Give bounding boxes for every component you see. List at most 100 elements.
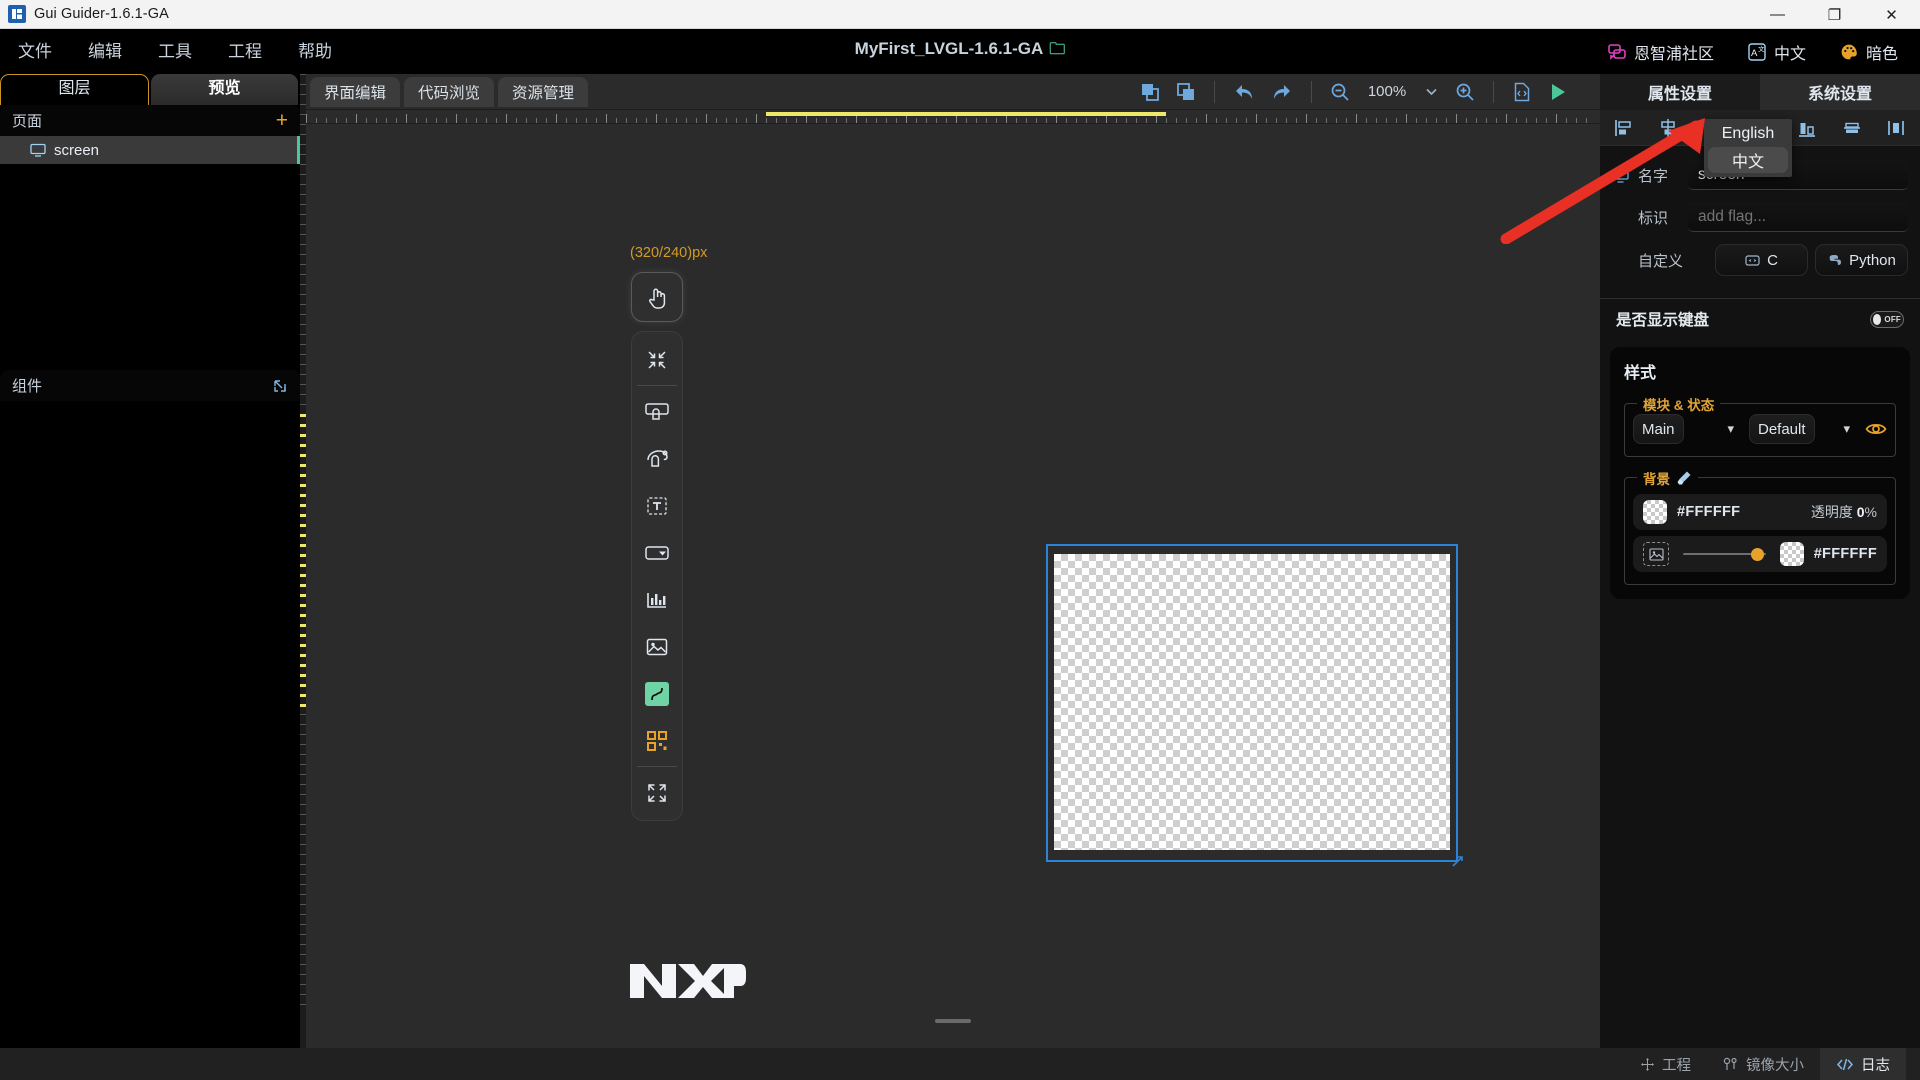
- status-mirror-size[interactable]: 镜像大小: [1707, 1048, 1820, 1080]
- copy-layer-icon[interactable]: [1140, 82, 1160, 102]
- design-canvas[interactable]: (320/240)px: [306, 124, 1600, 1048]
- language-option-chinese[interactable]: 中文: [1708, 147, 1788, 173]
- resize-handle-icon[interactable]: [1451, 855, 1464, 868]
- background-color-row[interactable]: #FFFFFF 透明度 0%: [1633, 494, 1887, 530]
- menu-tools[interactable]: 工具: [140, 29, 210, 74]
- tab-resource-manager[interactable]: 资源管理: [498, 76, 589, 107]
- generate-code-icon[interactable]: [1512, 82, 1532, 102]
- text-label-icon[interactable]: [631, 482, 683, 529]
- screen-canvas-surface[interactable]: [1054, 554, 1450, 850]
- window-controls: — ❐ ✕: [1749, 0, 1920, 29]
- slider-knob[interactable]: [1750, 547, 1764, 561]
- status-log[interactable]: 日志: [1820, 1048, 1906, 1080]
- container-widget-icon[interactable]: [631, 388, 683, 435]
- image-placeholder-icon[interactable]: [1643, 542, 1669, 566]
- tab-code-browser[interactable]: 代码浏览: [404, 76, 495, 107]
- qrcode-widget-icon[interactable]: [631, 717, 683, 764]
- menu-project[interactable]: 工程: [210, 29, 280, 74]
- keyboard-toggle-switch[interactable]: OFF: [1870, 310, 1904, 328]
- zoom-in-icon[interactable]: [1455, 82, 1475, 102]
- status-mirror-size-label: 镜像大小: [1746, 1057, 1804, 1074]
- background-color-hex: #FFFFFF: [1677, 504, 1741, 520]
- left-sidebar: 图层 预览 页面 + screen 组件: [0, 74, 300, 1048]
- open-folder-icon[interactable]: 🗀: [1049, 41, 1065, 58]
- custom-python-button[interactable]: Python: [1815, 244, 1908, 276]
- pages-panel: 页面 + screen: [0, 105, 300, 370]
- device-screen[interactable]: [1046, 544, 1463, 867]
- list-item[interactable]: screen: [0, 136, 300, 164]
- tab-layers[interactable]: 图层: [0, 74, 149, 105]
- menu-help[interactable]: 帮助: [280, 29, 350, 74]
- plus-icon[interactable]: +: [276, 110, 288, 131]
- maximize-button[interactable]: ❐: [1806, 0, 1863, 29]
- hand-pointer-icon[interactable]: [631, 272, 683, 322]
- menu-file[interactable]: 文件: [0, 29, 70, 74]
- undo-icon[interactable]: [1233, 82, 1255, 102]
- tab-system-settings[interactable]: 系统设置: [1760, 74, 1920, 110]
- distribute-bottom-icon[interactable]: [1797, 118, 1817, 138]
- gradient-color-swatch[interactable]: [1779, 542, 1804, 566]
- module-select[interactable]: Main: [1633, 414, 1684, 444]
- custom-c-button[interactable]: C: [1715, 244, 1808, 276]
- close-button[interactable]: ✕: [1863, 0, 1920, 29]
- components-panel-header: 组件: [0, 370, 300, 401]
- resize-image-icon: [1723, 1057, 1739, 1072]
- align-center-horizontal-icon[interactable]: [1658, 118, 1678, 138]
- horizontal-scrollbar[interactable]: [935, 1019, 971, 1023]
- module-state-legend-text: 模块 & 状态: [1643, 398, 1715, 413]
- background-gradient-row[interactable]: #FFFFFF: [1633, 536, 1887, 572]
- align-middle-icon[interactable]: [1842, 118, 1862, 138]
- language-option-english[interactable]: English: [1704, 121, 1792, 147]
- status-log-label: 日志: [1861, 1057, 1890, 1074]
- svg-text:A: A: [1751, 48, 1758, 59]
- animation-widget-icon[interactable]: [631, 435, 683, 482]
- minimize-button[interactable]: —: [1749, 0, 1806, 29]
- background-legend: 背景: [1637, 468, 1698, 488]
- bar-chart-widget-icon[interactable]: [631, 576, 683, 623]
- zoom-out-icon[interactable]: [1330, 82, 1350, 102]
- header-right-actions: 恩智浦社区 A文 中文 暗色: [1608, 29, 1898, 74]
- components-panel: 组件: [0, 370, 300, 1048]
- tab-properties[interactable]: 属性设置: [1600, 74, 1760, 110]
- opacity-value: 0: [1856, 504, 1865, 520]
- expand-arrows-icon[interactable]: [631, 769, 683, 816]
- flag-input[interactable]: [1688, 202, 1908, 232]
- gradient-slider[interactable]: [1683, 545, 1766, 563]
- external-link-icon[interactable]: [272, 378, 288, 394]
- language-label: 中文: [1773, 45, 1806, 63]
- theme-button[interactable]: 暗色: [1840, 40, 1898, 64]
- language-dropdown-menu: English 中文: [1704, 119, 1792, 177]
- opacity-label: 透明度: [1810, 504, 1853, 520]
- custom-c-label: C: [1767, 251, 1778, 269]
- menu-edit[interactable]: 编辑: [70, 29, 140, 74]
- background-fieldset: 背景 #FFFFFF 透明度 0% #FFFFFF: [1624, 468, 1896, 585]
- window-title: Gui Guider-1.6.1-GA: [34, 6, 169, 22]
- redo-icon[interactable]: [1271, 82, 1293, 102]
- palette-icon: [1840, 43, 1858, 61]
- nxp-logo: [628, 958, 746, 1004]
- language-button[interactable]: A文 中文: [1748, 40, 1806, 64]
- eye-visibility-icon[interactable]: [1865, 420, 1887, 438]
- app-logo-icon: [8, 5, 26, 23]
- curve-widget-icon[interactable]: [631, 670, 683, 717]
- tab-ui-editor[interactable]: 界面编辑: [310, 76, 401, 107]
- custom-python-label: Python: [1849, 251, 1896, 269]
- distribute-horizontal-icon[interactable]: [1886, 118, 1906, 138]
- nxp-community-label: 恩智浦社区: [1633, 45, 1714, 63]
- name-label-text: 名字: [1638, 167, 1669, 185]
- widget-palette: [631, 272, 683, 821]
- python-icon: [1827, 253, 1842, 268]
- collapse-arrows-icon[interactable]: [631, 336, 683, 383]
- tab-preview[interactable]: 预览: [151, 74, 298, 105]
- dropdown-widget-icon[interactable]: [631, 529, 683, 576]
- color-swatch[interactable]: [1643, 500, 1667, 524]
- paste-layer-icon[interactable]: [1176, 82, 1196, 102]
- image-widget-icon[interactable]: [631, 623, 683, 670]
- chevron-down-icon[interactable]: [1424, 84, 1439, 99]
- nxp-community-button[interactable]: 恩智浦社区: [1608, 40, 1714, 64]
- state-select[interactable]: Default: [1749, 414, 1815, 444]
- status-project[interactable]: 工程: [1624, 1048, 1707, 1080]
- run-play-icon[interactable]: [1548, 82, 1568, 102]
- flag-field-label: 标识: [1612, 207, 1688, 228]
- align-left-icon[interactable]: [1614, 118, 1634, 138]
